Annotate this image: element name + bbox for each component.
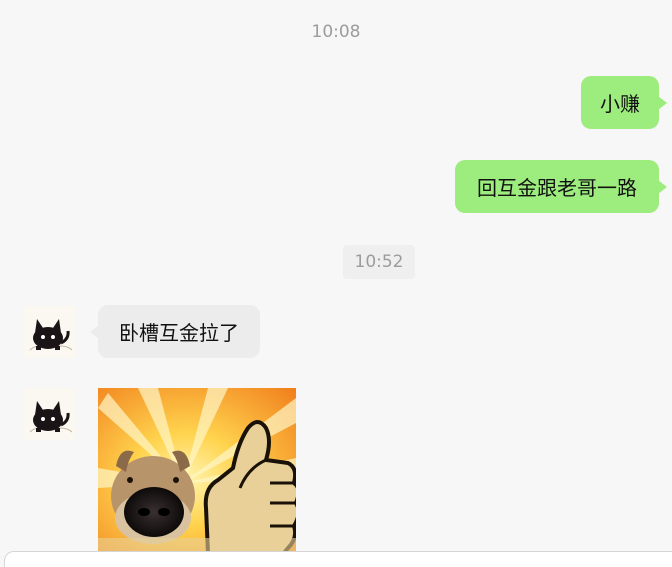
timestamp: 10:52 — [343, 245, 415, 279]
sticker-image[interactable] — [98, 388, 296, 553]
contact-avatar[interactable] — [24, 306, 76, 358]
message-bubble-sent[interactable]: 小赚 — [581, 76, 667, 129]
message-text: 卧槽互金拉了 — [119, 321, 239, 345]
message-text: 回互金跟老哥一路 — [477, 176, 637, 200]
timestamp: 10:08 — [311, 22, 361, 42]
chat-window: 10:08 小赚 回互金跟老哥一路 10:52 卧槽互金拉了 — [0, 0, 672, 567]
black-cat-avatar-icon — [24, 388, 76, 440]
message-text: 小赚 — [600, 92, 640, 116]
timestamp-text: 10:52 — [354, 252, 404, 272]
message-input-area[interactable] — [4, 551, 672, 567]
message-bubble-sent[interactable]: 回互金跟老哥一路 — [455, 160, 667, 213]
contact-avatar[interactable] — [24, 388, 76, 440]
dog-thumbs-up-sticker-icon — [98, 388, 296, 553]
message-bubble-received[interactable]: 卧槽互金拉了 — [90, 305, 260, 358]
black-cat-avatar-icon — [24, 306, 76, 358]
